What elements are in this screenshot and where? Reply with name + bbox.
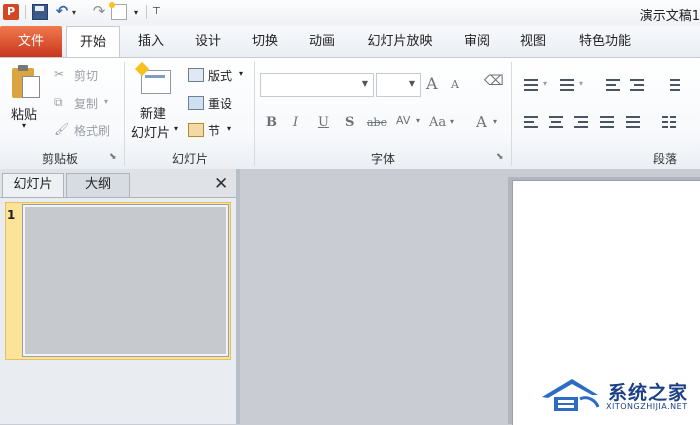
change-case-button[interactable]: Aa	[429, 115, 446, 130]
save-icon[interactable]	[32, 4, 48, 20]
new-slide-qat-icon[interactable]	[109, 2, 127, 20]
grow-font-icon[interactable]: A	[426, 74, 438, 93]
tab-slides-panel[interactable]: 幻灯片	[2, 173, 64, 197]
distributed-icon[interactable]	[624, 114, 642, 130]
qat-dropdown-icon[interactable]: ▾	[134, 8, 138, 24]
slide-number: 1	[7, 208, 16, 222]
slides-group-label: 幻灯片	[171, 152, 208, 166]
justify-icon[interactable]	[598, 114, 616, 130]
font-name-combobox[interactable]: ▼	[260, 73, 374, 97]
italic-button[interactable]: I	[293, 115, 298, 130]
tab-animations[interactable]: 动画	[299, 26, 345, 58]
layout-icon[interactable]	[188, 68, 204, 82]
close-panel-icon[interactable]: ✕	[214, 174, 228, 194]
tab-special-features[interactable]: 特色功能	[570, 26, 640, 58]
qat-divider	[25, 5, 26, 19]
layout-dropdown-icon[interactable]: ▾	[239, 69, 243, 78]
group-divider	[254, 62, 255, 166]
line-spacing-icon[interactable]	[664, 77, 682, 93]
font-group-label: 字体	[370, 152, 395, 166]
layout-button[interactable]: 版式	[208, 67, 232, 84]
new-slide-dropdown-icon[interactable]: ▾	[174, 124, 178, 133]
font-launcher-icon[interactable]: ⬊	[496, 152, 504, 162]
font-color-button[interactable]: A	[476, 113, 487, 131]
section-button[interactable]: 节	[208, 122, 220, 139]
align-left-icon[interactable]	[522, 114, 540, 130]
format-painter-button[interactable]: 格式刷	[74, 122, 110, 139]
section-dropdown-icon[interactable]: ▾	[227, 124, 231, 133]
paragraph-group-label: 段落	[652, 152, 677, 166]
tab-outline-panel[interactable]: 大纲	[66, 173, 130, 197]
group-divider	[124, 62, 125, 166]
tab-file[interactable]: 文件	[0, 26, 62, 57]
font-name-dropdown-icon[interactable]: ▼	[362, 79, 368, 88]
cut-icon[interactable]: ✂	[54, 67, 64, 81]
new-slide-icon[interactable]	[134, 61, 171, 96]
change-case-dropdown-icon[interactable]: ▾	[450, 117, 454, 126]
numbering-icon[interactable]	[558, 77, 576, 93]
decrease-indent-icon[interactable]	[604, 77, 622, 93]
powerpoint-app-icon[interactable]: P	[3, 4, 19, 20]
tab-view[interactable]: 视图	[510, 26, 556, 58]
tab-home[interactable]: 开始	[66, 26, 120, 58]
document-title: 演示文稿1	[639, 9, 700, 24]
slide-thumbnail[interactable]	[22, 204, 229, 357]
paste-dropdown-icon[interactable]: ▾	[22, 121, 26, 130]
tab-design[interactable]: 设计	[185, 26, 231, 58]
numbering-dropdown-icon[interactable]: ▾	[579, 79, 583, 88]
character-spacing-button[interactable]: AV	[396, 114, 410, 127]
undo-icon[interactable]: ↶	[54, 4, 70, 20]
text-shadow-button[interactable]: S	[345, 115, 354, 130]
underline-button[interactable]: U	[318, 115, 329, 130]
reset-icon[interactable]	[188, 96, 204, 110]
bullets-dropdown-icon[interactable]: ▾	[543, 79, 547, 88]
columns-icon[interactable]	[660, 114, 678, 130]
paste-icon[interactable]	[10, 64, 40, 100]
tab-review[interactable]: 审阅	[454, 26, 500, 58]
font-color-dropdown-icon[interactable]: ▾	[493, 117, 497, 126]
tab-slideshow[interactable]: 幻灯片放映	[360, 26, 440, 58]
copy-icon[interactable]: ⧉	[54, 95, 63, 110]
font-size-dropdown-icon[interactable]: ▼	[409, 79, 415, 88]
section-icon[interactable]	[188, 123, 204, 137]
tab-transitions[interactable]: 切换	[242, 26, 288, 58]
font-size-combobox[interactable]: ▼	[376, 73, 421, 97]
new-slide-label-line1[interactable]: 新建	[140, 103, 166, 122]
watermark-logo-icon	[542, 379, 600, 411]
character-spacing-dropdown-icon[interactable]: ▾	[416, 116, 420, 125]
align-center-icon[interactable]	[547, 114, 565, 130]
align-right-icon[interactable]	[572, 114, 590, 130]
clipboard-launcher-icon[interactable]: ⬊	[109, 152, 117, 162]
qat-divider	[146, 5, 147, 19]
new-slide-label-line2[interactable]: 幻灯片	[131, 122, 170, 141]
copy-button[interactable]: 复制	[74, 95, 98, 112]
clear-formatting-icon[interactable]: ⌫	[484, 73, 504, 89]
reset-button[interactable]: 重设	[208, 95, 232, 112]
bullets-icon[interactable]	[522, 77, 540, 93]
shrink-font-icon[interactable]: A	[451, 78, 459, 91]
clipboard-group-label: 剪贴板	[41, 152, 78, 166]
tab-insert[interactable]: 插入	[128, 26, 174, 58]
customize-qat-icon[interactable]: ⊤	[152, 6, 161, 22]
cut-button[interactable]: 剪切	[74, 67, 98, 84]
copy-dropdown-icon[interactable]: ▾	[104, 97, 108, 106]
increase-indent-icon[interactable]	[628, 77, 646, 93]
format-painter-icon[interactable]: 🖌	[54, 122, 69, 136]
watermark-subtitle: XITONGZHIJIA.NET	[606, 402, 688, 411]
undo-dropdown-icon[interactable]: ▾	[72, 8, 76, 24]
group-divider	[511, 62, 512, 166]
watermark-title: 系统之家	[608, 382, 689, 404]
bold-button[interactable]: B	[266, 115, 277, 130]
strikethrough-button[interactable]: abc	[367, 116, 387, 129]
redo-icon[interactable]: ↷	[91, 4, 107, 20]
